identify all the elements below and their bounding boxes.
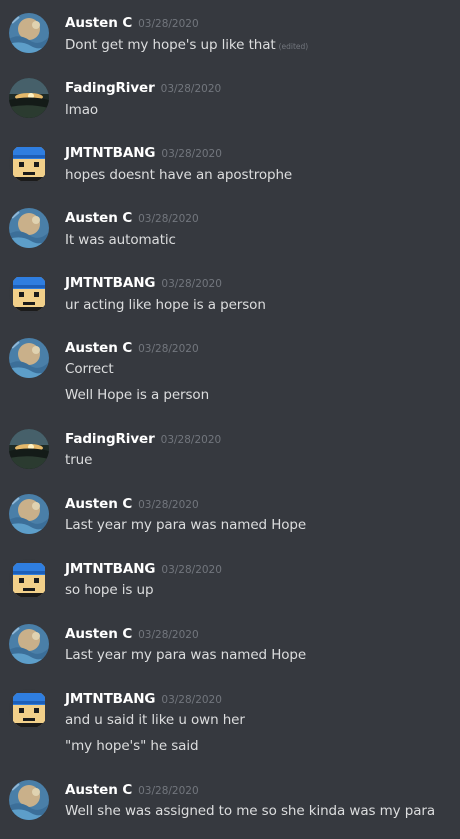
- timestamp: 03/28/2020: [161, 694, 222, 706]
- abstract-blue-art-icon: [9, 13, 49, 53]
- timestamp: 03/28/2020: [138, 213, 199, 225]
- avatar[interactable]: [9, 494, 49, 534]
- message-text: Dont get my hope's up like that (edited): [65, 35, 308, 57]
- message-header: Austen C 03/28/2020: [65, 494, 199, 512]
- avatar[interactable]: [9, 338, 49, 378]
- message-text: Last year my para was named Hope: [65, 517, 307, 533]
- message-content: Dont get my hope's up like that: [65, 37, 276, 53]
- message-text: so hope is up: [65, 582, 154, 598]
- message-text: "my hope's" he said: [65, 738, 199, 754]
- avatar[interactable]: [9, 13, 49, 53]
- avatar[interactable]: [9, 78, 49, 118]
- username[interactable]: FadingRiver: [65, 431, 155, 447]
- message-text: lmao: [65, 102, 99, 118]
- username[interactable]: JMTNTBANG: [65, 561, 155, 577]
- avatar[interactable]: [9, 429, 49, 469]
- message-text: Correct: [65, 361, 114, 377]
- message-text: ur acting like hope is a person: [65, 297, 266, 313]
- abstract-blue-art-icon: [9, 780, 49, 820]
- message-text: hopes doesnt have an apostrophe: [65, 167, 293, 183]
- edited-label: (edited): [278, 42, 309, 51]
- pixel-character-icon: [9, 559, 49, 599]
- timestamp: 03/28/2020: [138, 18, 199, 30]
- username[interactable]: Austen C: [65, 210, 132, 226]
- username[interactable]: JMTNTBANG: [65, 275, 155, 291]
- message-header: Austen C 03/28/2020: [65, 624, 199, 642]
- username[interactable]: Austen C: [65, 496, 132, 512]
- timestamp: 03/28/2020: [138, 343, 199, 355]
- message-header: FadingRiver 03/28/2020: [65, 429, 221, 447]
- timestamp: 03/28/2020: [161, 148, 222, 160]
- avatar[interactable]: [9, 624, 49, 664]
- avatar[interactable]: [9, 780, 49, 820]
- pixel-character-icon: [9, 143, 49, 183]
- timestamp: 03/28/2020: [160, 434, 222, 446]
- message-text: Well Hope is a person: [65, 387, 210, 403]
- timestamp: 03/28/2020: [138, 499, 199, 511]
- pixel-character-icon: [9, 273, 49, 313]
- timestamp: 03/28/2020: [138, 785, 199, 797]
- abstract-blue-art-icon: [9, 208, 49, 248]
- avatar[interactable]: [9, 273, 49, 313]
- message-header: JMTNTBANG 03/28/2020: [65, 559, 222, 577]
- message-text: true: [65, 452, 93, 468]
- message-header: Austen C 03/28/2020: [65, 780, 199, 798]
- avatar[interactable]: [9, 689, 49, 729]
- sunset-landscape-icon: [9, 429, 49, 469]
- username[interactable]: Austen C: [65, 15, 132, 31]
- message-header: JMTNTBANG 03/28/2020: [65, 689, 222, 707]
- timestamp: 03/28/2020: [138, 629, 199, 641]
- message-text: Last year my para was named Hope: [65, 647, 307, 663]
- abstract-blue-art-icon: [9, 624, 49, 664]
- username[interactable]: Austen C: [65, 782, 132, 798]
- message-header: Austen C 03/28/2020: [65, 13, 199, 31]
- username[interactable]: Austen C: [65, 626, 132, 642]
- message-header: Austen C 03/28/2020: [65, 208, 199, 226]
- avatar[interactable]: [9, 559, 49, 599]
- message-header: Austen C 03/28/2020: [65, 338, 199, 356]
- message-text: and u said it like u own her: [65, 712, 245, 728]
- abstract-blue-art-icon: [9, 494, 49, 534]
- pixel-character-icon: [9, 689, 49, 729]
- avatar[interactable]: [9, 208, 49, 248]
- avatar[interactable]: [9, 143, 49, 183]
- username[interactable]: JMTNTBANG: [65, 145, 155, 161]
- message-header: JMTNTBANG 03/28/2020: [65, 143, 222, 161]
- timestamp: 03/28/2020: [161, 278, 222, 290]
- username[interactable]: Austen C: [65, 340, 132, 356]
- username[interactable]: FadingRiver: [65, 80, 155, 96]
- username[interactable]: JMTNTBANG: [65, 691, 155, 707]
- sunset-landscape-icon: [9, 78, 49, 118]
- message-text: It was automatic: [65, 232, 176, 248]
- message-header: FadingRiver 03/28/2020: [65, 78, 221, 96]
- chat-message-list[interactable]: Austen C 03/28/2020 Dont get my hope's up…: [0, 0, 460, 839]
- timestamp: 03/28/2020: [161, 564, 222, 576]
- message-text: Well she was assigned to me so she kinda…: [65, 803, 436, 819]
- abstract-blue-art-icon: [9, 338, 49, 378]
- timestamp: 03/28/2020: [160, 83, 222, 95]
- message-header: JMTNTBANG 03/28/2020: [65, 273, 222, 291]
